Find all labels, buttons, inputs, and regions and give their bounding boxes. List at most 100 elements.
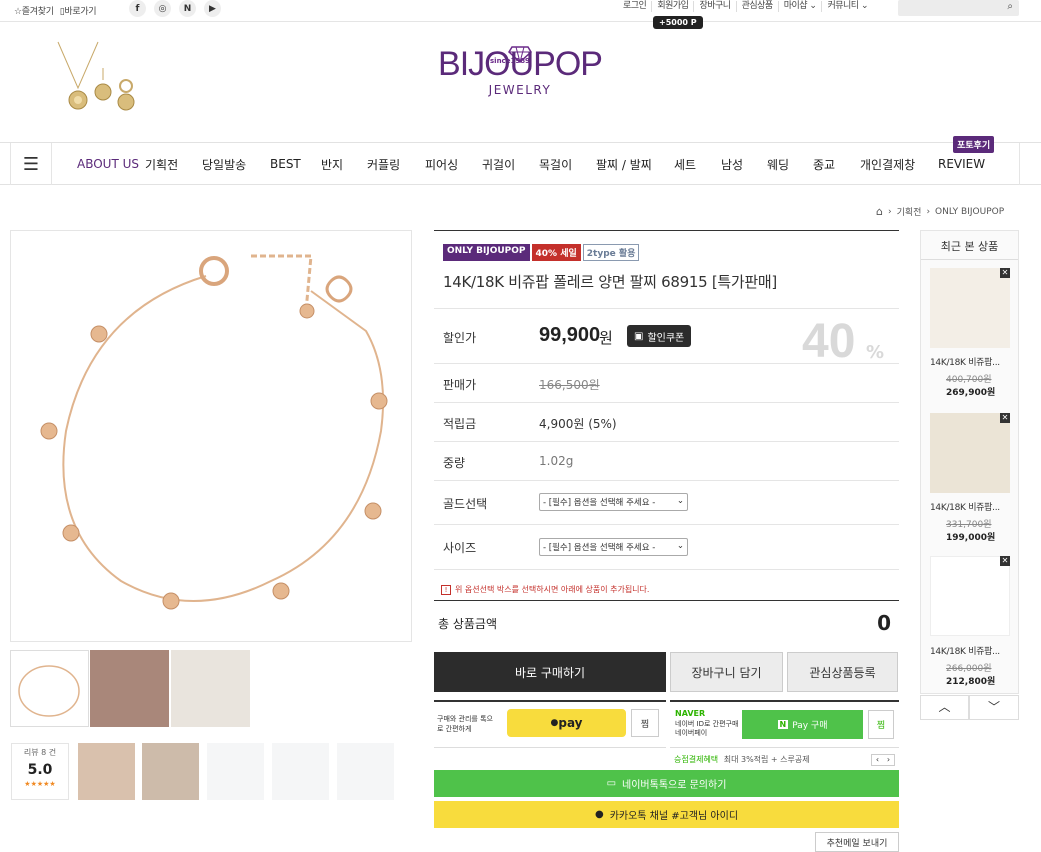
naver-benefit: 승점결제혜택 최대 3%적립 + 스루공제 bbox=[674, 754, 810, 765]
join-link[interactable]: 회원가입 bbox=[652, 1, 695, 12]
kakao-channel-button[interactable]: ● 카카오톡 채널 #고객님 아이디 bbox=[434, 801, 899, 828]
chat-icon: ▭ bbox=[606, 778, 617, 789]
search-icon[interactable]: ⌕ bbox=[1007, 1, 1013, 12]
review-stars: ★★★★★ bbox=[24, 780, 56, 788]
nav-item-event[interactable]: 기획전 bbox=[145, 156, 202, 173]
total-label: 총 상품금액 bbox=[438, 617, 498, 631]
recommend-mail-button[interactable]: 추천메일 보내기 bbox=[815, 832, 899, 852]
nav-item-bracelet[interactable]: 팔찌 / 발찌 bbox=[596, 156, 674, 173]
review-photo-empty bbox=[207, 743, 264, 800]
review-photo[interactable] bbox=[142, 743, 199, 800]
nav-item-best[interactable]: BEST bbox=[270, 157, 321, 171]
nav-item-earring[interactable]: 귀걸이 bbox=[482, 156, 539, 173]
size-select-value: - [필수] 옵션을 선택해 주세요 - bbox=[543, 543, 656, 553]
close-icon[interactable]: ✕ bbox=[1000, 556, 1010, 566]
banner-jewelry-image[interactable] bbox=[50, 40, 140, 120]
recent-item-image[interactable] bbox=[930, 268, 1010, 348]
naver-zzim-button[interactable]: 찜 bbox=[868, 710, 894, 739]
shortcut-link[interactable]: ▯바로가기 bbox=[60, 4, 97, 17]
chevron-left-icon[interactable]: ‹ bbox=[876, 755, 879, 765]
recent-item-image[interactable] bbox=[930, 413, 1010, 493]
nav-item-review[interactable]: REVIEW bbox=[938, 157, 985, 171]
benefit-pager[interactable]: ‹ › bbox=[871, 754, 895, 766]
recent-next-button[interactable]: ﹀ bbox=[969, 695, 1019, 720]
naver-benefit-desc: 최대 3%적립 + 스루공제 bbox=[723, 755, 810, 764]
recent-item-name[interactable]: 14K/18K 비쥬팝... bbox=[930, 644, 1000, 657]
bookmark-link[interactable]: ☆즐겨찾기 bbox=[14, 4, 54, 17]
discount-rate: 40 bbox=[802, 315, 856, 368]
naver-blog-icon[interactable]: N bbox=[179, 0, 196, 17]
hamburger-menu-icon[interactable]: ☰ bbox=[10, 143, 52, 185]
naver-pay-box: NAVER 네이버 ID로 간편구매 네이버페이 N Pay 구매 찜 bbox=[670, 700, 899, 748]
search-input[interactable]: ⌕ bbox=[898, 0, 1019, 16]
close-icon[interactable]: ✕ bbox=[1000, 413, 1010, 423]
nav-item-wedding[interactable]: 웨딩 bbox=[767, 156, 813, 173]
product-thumbnail[interactable] bbox=[171, 650, 250, 727]
product-thumbnail[interactable] bbox=[10, 650, 89, 727]
site-header: since1989 BIJOUPOP JEWELRY bbox=[0, 22, 1041, 143]
chevron-down-icon: ⌄ bbox=[676, 496, 684, 506]
product-badges: ONLY BIJOUPOP 40% 세일 2type 활용 bbox=[443, 244, 640, 261]
recent-divider bbox=[921, 259, 1018, 260]
naver-pay-label: Pay 구매 bbox=[792, 721, 828, 731]
buy-now-button[interactable]: 바로 구매하기 bbox=[434, 652, 666, 692]
nav-item-ring[interactable]: 반지 bbox=[321, 156, 367, 173]
recent-item-name[interactable]: 14K/18K 비쥬팝... bbox=[930, 355, 1000, 368]
youtube-icon[interactable]: ▶ bbox=[204, 0, 221, 17]
chevron-right-icon[interactable]: › bbox=[887, 755, 890, 765]
naver-talk-button[interactable]: ▭ 네이버톡톡으로 문의하기 bbox=[434, 770, 899, 797]
nav-item-about[interactable]: ABOUT US bbox=[64, 157, 145, 171]
community-link[interactable]: 커뮤니티 ⌄ bbox=[822, 1, 873, 12]
coupon-button[interactable]: ▣ 할인쿠폰 bbox=[627, 325, 692, 347]
review-photo[interactable] bbox=[78, 743, 135, 800]
gold-select[interactable]: - [필수] 옵션을 선택해 주세요 - ⌄ bbox=[539, 493, 688, 511]
size-select[interactable]: - [필수] 옵션을 선택해 주세요 - ⌄ bbox=[539, 538, 688, 556]
product-thumbnail[interactable] bbox=[90, 650, 169, 727]
nav-item-men[interactable]: 남성 bbox=[721, 156, 767, 173]
nav-item-set[interactable]: 세트 bbox=[674, 156, 721, 173]
option-notice-text: 위 옵션선택 박스를 선택하시면 아래에 상품이 추가됩니다. bbox=[455, 585, 650, 594]
add-wishlist-button[interactable]: 관심상품등록 bbox=[787, 652, 898, 692]
login-link[interactable]: 로그인 bbox=[618, 1, 653, 12]
naver-pay-button[interactable]: N Pay 구매 bbox=[742, 710, 863, 739]
point-label: 적립금 bbox=[443, 417, 477, 431]
breadcrumb: ⌂ › 기획전 › ONLY BIJOUPOP bbox=[876, 205, 1004, 218]
home-icon[interactable]: ⌂ bbox=[876, 205, 883, 218]
kakao-speech-icon: ● bbox=[550, 718, 559, 728]
close-icon[interactable]: ✕ bbox=[1000, 268, 1010, 278]
recent-item-image[interactable] bbox=[930, 556, 1010, 636]
review-photo-empty bbox=[337, 743, 394, 800]
facebook-icon[interactable]: f bbox=[129, 0, 146, 17]
nav-item-couplering[interactable]: 커플링 bbox=[367, 156, 425, 173]
wishlist-link[interactable]: 관심상품 bbox=[737, 1, 779, 12]
original-price: 166,500원 bbox=[539, 378, 600, 392]
nav-item-personal-pay[interactable]: 개인결제창 bbox=[860, 156, 938, 173]
kakao-channel-label: 카카오톡 채널 #고객님 아이디 bbox=[609, 811, 739, 822]
logo-subtext: JEWELRY bbox=[488, 83, 552, 97]
review-summary[interactable]: 리뷰 8 건 5.0 ★★★★★ bbox=[11, 743, 69, 800]
row-divider bbox=[434, 480, 899, 481]
product-main-image[interactable] bbox=[10, 230, 412, 642]
kakao-zzim-button[interactable]: 찜 bbox=[631, 709, 659, 737]
nav-item-religion[interactable]: 종교 bbox=[813, 156, 860, 173]
breadcrumb-item[interactable]: 기획전 bbox=[897, 205, 922, 218]
recent-item-name[interactable]: 14K/18K 비쥬팝... bbox=[930, 500, 1000, 513]
kakao-pay-desc: 구매와 관리를 톡으로 간편하게 bbox=[437, 715, 493, 733]
recent-title: 최근 본 상품 bbox=[940, 240, 999, 253]
naver-benefit-title: 승점결제혜택 bbox=[674, 755, 719, 764]
nav-item-sameday[interactable]: 당일발송 bbox=[202, 156, 270, 173]
nav-item-piercing[interactable]: 피어싱 bbox=[425, 156, 482, 173]
nav-item-necklace[interactable]: 목걸이 bbox=[539, 156, 596, 173]
review-count: 리뷰 8 건 bbox=[23, 748, 57, 757]
kakao-pay-button[interactable]: ● pay bbox=[507, 709, 626, 737]
recent-item-old-price: 331,700원 bbox=[946, 520, 992, 530]
review-photo-empty bbox=[272, 743, 329, 800]
naver-talk-label: 네이버톡톡으로 문의하기 bbox=[622, 780, 727, 791]
instagram-icon[interactable]: ◎ bbox=[154, 0, 171, 17]
row-divider bbox=[434, 441, 899, 442]
myshop-link[interactable]: 마이샵 ⌄ bbox=[779, 1, 823, 12]
cart-link[interactable]: 장바구니 bbox=[694, 1, 737, 12]
add-to-cart-button[interactable]: 장바구니 담기 bbox=[670, 652, 783, 692]
recent-prev-button[interactable]: ︿ bbox=[920, 695, 969, 720]
breadcrumb-item[interactable]: ONLY BIJOUPOP bbox=[935, 207, 1004, 217]
